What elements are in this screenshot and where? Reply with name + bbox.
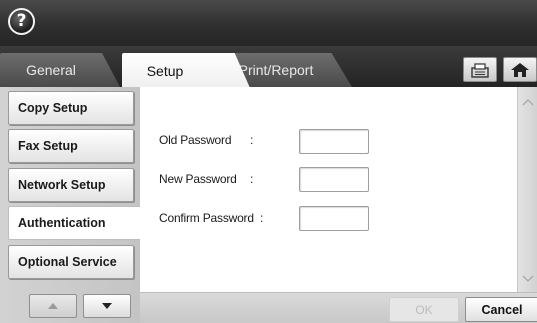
sidebar-item-authentication[interactable]: Authentication [8,206,142,240]
scroll-down-icon[interactable] [522,273,534,285]
home-button[interactable] [503,57,537,82]
sidebar: Copy Setup Fax Setup Network Setup Authe… [0,87,142,323]
tab-general[interactable]: General [0,53,120,87]
sidebar-scroll-up-button[interactable] [29,294,77,318]
authentication-panel: Old Password : New Password : Confirm Pa… [140,87,517,292]
machine-status-icon [471,62,489,78]
sidebar-item-copy-setup[interactable]: Copy Setup [8,91,134,125]
confirm-password-field[interactable] [299,206,369,231]
bottom-action-bar: OK Cancel [140,292,537,323]
sidebar-item-fax-setup[interactable]: Fax Setup [8,129,134,163]
old-password-field[interactable] [299,129,369,154]
old-password-label: Old Password [159,133,232,147]
cancel-button[interactable]: Cancel [465,297,537,322]
confirm-password-label: Confirm Password [159,211,254,225]
new-password-field[interactable] [299,167,369,192]
content-scrollbar[interactable] [517,87,537,292]
help-icon: ? [16,11,27,31]
tab-setup[interactable]: Setup [122,53,250,88]
sidebar-scroll-down-button[interactable] [83,294,131,318]
printer-control-panel: ? General Print/Report Setup Copy Setup … [0,0,537,323]
machine-status-button[interactable] [463,57,497,82]
ok-button[interactable]: OK [389,297,459,322]
triangle-up-icon [48,303,58,309]
new-password-colon: : [250,172,254,186]
tab-bar: General Print/Report Setup [0,46,537,88]
sidebar-item-network-setup[interactable]: Network Setup [8,168,134,202]
scroll-up-icon[interactable] [522,96,534,108]
old-password-colon: : [250,133,254,147]
sidebar-item-optional-service[interactable]: Optional Service [8,245,134,279]
new-password-label: New Password [159,172,237,186]
home-icon [511,62,529,77]
help-button[interactable]: ? [8,8,35,35]
triangle-down-icon [102,303,112,309]
confirm-password-colon: : [260,211,264,225]
top-bar: ? [0,0,537,46]
